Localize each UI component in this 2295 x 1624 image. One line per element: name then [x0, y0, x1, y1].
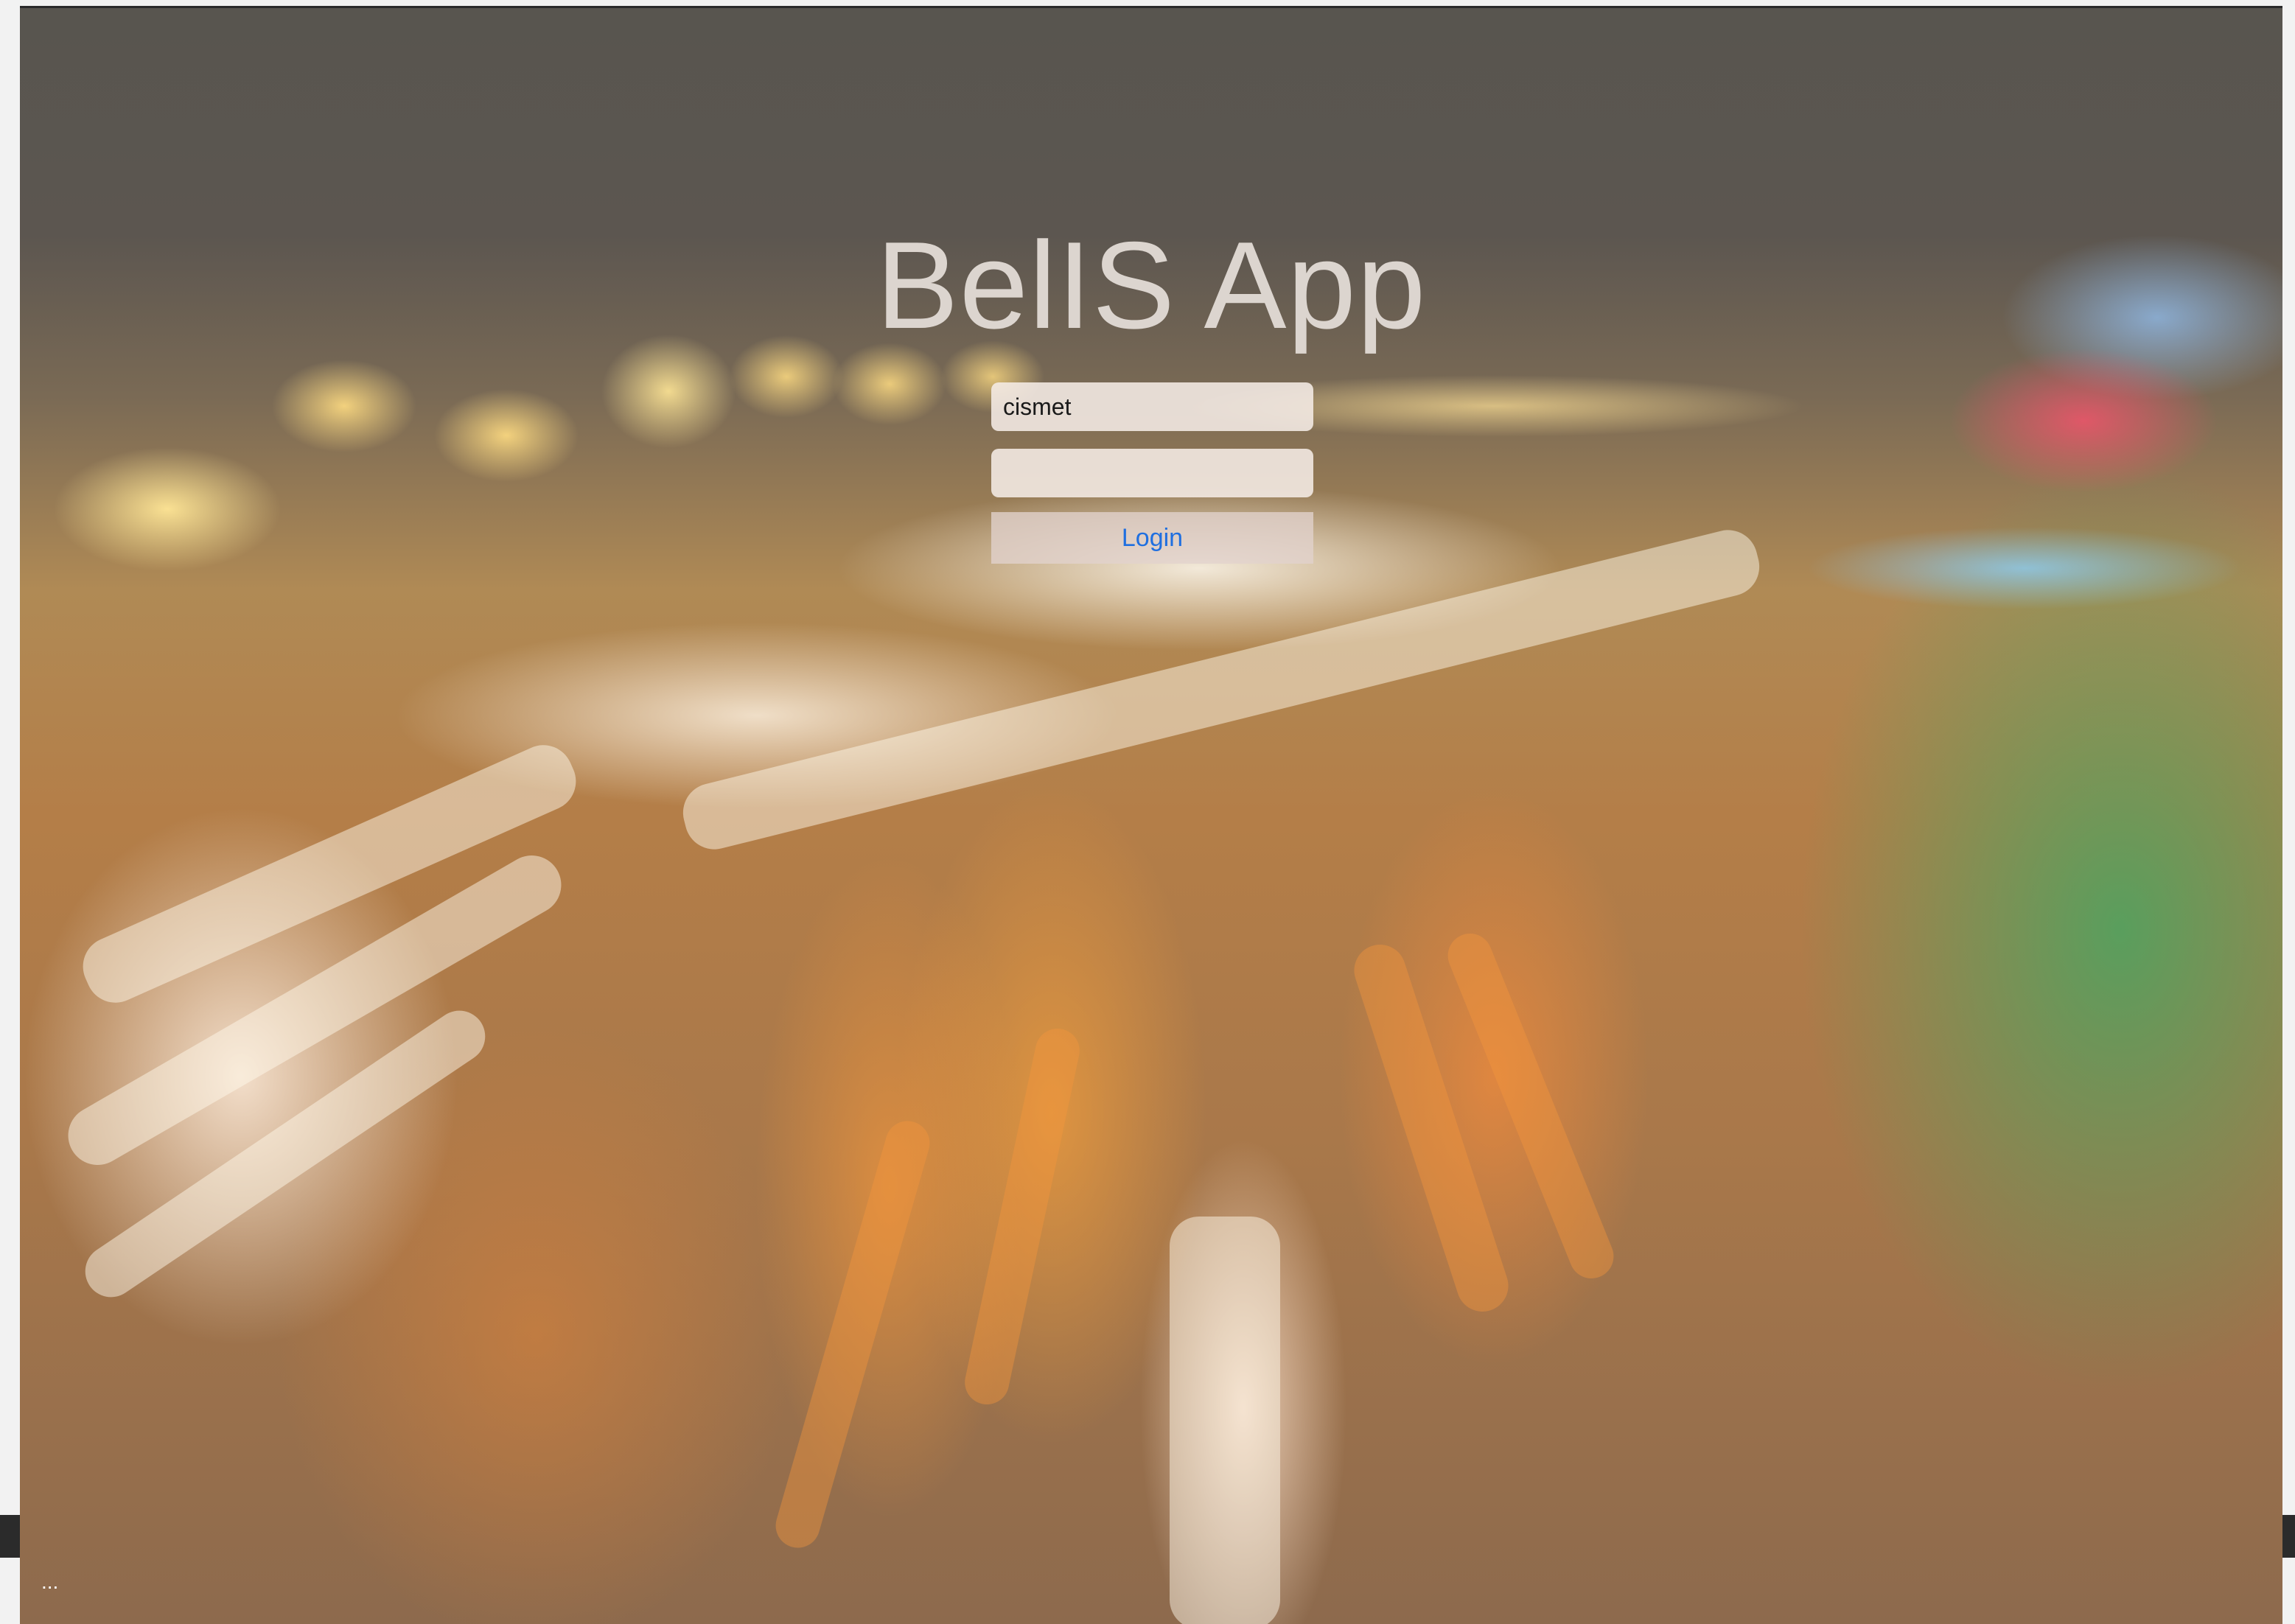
username-input[interactable]	[991, 382, 1313, 431]
background-light-streak	[677, 523, 1766, 856]
more-ellipsis[interactable]: ...	[41, 1570, 58, 1594]
password-input[interactable]	[991, 449, 1313, 497]
window-edge-left	[0, 1515, 20, 1558]
background-light-streak	[1170, 1217, 1280, 1624]
background-light-streak	[770, 1116, 935, 1553]
window-edge-right	[2282, 1515, 2295, 1558]
login-button[interactable]: Login	[991, 512, 1313, 564]
login-screen: BelIS App Login ...	[20, 6, 2282, 1624]
app-title: BelIS App	[876, 216, 1427, 354]
background-light-streak	[960, 1024, 1084, 1409]
